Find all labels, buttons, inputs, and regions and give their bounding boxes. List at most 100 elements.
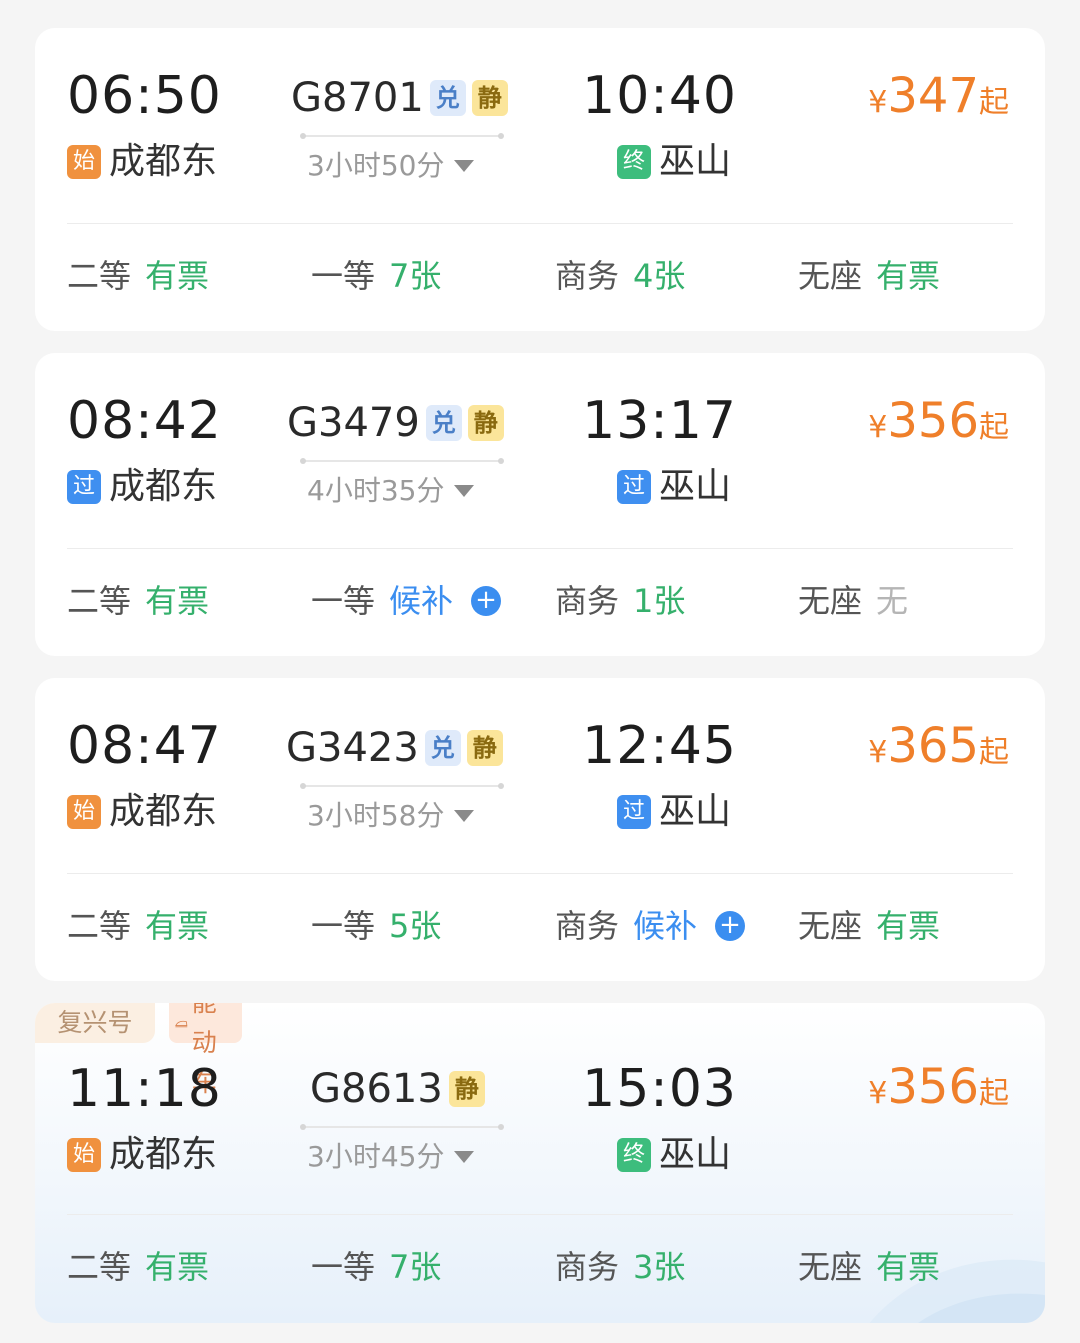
seat-first-class[interactable]: 一等 7张 [311, 1251, 441, 1283]
seat-class-label: 无座 [798, 257, 863, 295]
seat-standing[interactable]: 无座无 [798, 585, 908, 617]
duration-toggle[interactable]: 3小时50分 [307, 152, 475, 180]
seat-status: 4张 [633, 257, 686, 295]
seat-status: 7张 [389, 257, 442, 295]
seat-status: 有票 [145, 1248, 210, 1286]
seat-status: 有票 [145, 257, 210, 295]
price: ¥356起 [868, 1063, 1009, 1111]
train-card[interactable]: 06:50 始 成都东 G8701 兑 静 3小时50分 10:40 终 巫山 … [35, 28, 1045, 331]
train-card[interactable]: 08:47 始 成都东 G3423 兑 静 3小时58分 12:45 过 巫山 … [35, 678, 1045, 981]
departure-station: 始 成都东 [67, 794, 217, 830]
exchange-badge: 兑 [425, 405, 462, 441]
price-currency: ¥ [868, 735, 888, 770]
route-line [300, 1124, 504, 1130]
seat-business-class[interactable]: 商务 4张 [555, 260, 685, 292]
end-station-badge: 终 [617, 145, 651, 179]
seat-class-label: 二等 [67, 582, 132, 620]
departure-station-name: 成都东 [109, 141, 218, 182]
seat-class-label: 无座 [798, 1248, 863, 1286]
fuxing-tag: 复兴号 [35, 1003, 155, 1043]
seat-class-label: 商务 [555, 582, 620, 620]
exchange-badge: 兑 [424, 730, 461, 766]
price: ¥356起 [868, 397, 1009, 445]
departure-station-name: 成都东 [109, 466, 218, 507]
duration-text: 3小时58分 [307, 799, 445, 832]
train-number-text: G3479 [287, 400, 420, 446]
seat-second-class[interactable]: 二等 有票 [67, 1251, 209, 1283]
plus-circle-icon[interactable]: + [471, 586, 502, 616]
seat-business-class[interactable]: 商务 候补 + [555, 907, 746, 945]
smart-train-tag: 智能动车 [169, 1003, 243, 1097]
train-number-text: G8701 [291, 75, 424, 121]
train-number: G8701 兑 静 [291, 78, 508, 118]
divider [67, 1214, 1013, 1215]
price-currency: ¥ [868, 85, 888, 120]
seat-status: 5张 [389, 907, 442, 945]
arrival-station: 过 巫山 [617, 794, 731, 830]
price-amount: 356 [887, 1059, 979, 1115]
pass-station-badge: 过 [67, 470, 101, 504]
seat-second-class[interactable]: 二等 有票 [67, 585, 209, 617]
divider [67, 873, 1013, 874]
seat-class-label: 二等 [67, 257, 132, 295]
price-amount: 365 [887, 718, 979, 774]
quiet-badge: 静 [448, 1071, 485, 1107]
arrival-station-name: 巫山 [659, 1134, 732, 1175]
seat-status: 无 [876, 582, 909, 620]
start-station-badge: 始 [67, 795, 101, 829]
departure-station-name: 成都东 [109, 1134, 218, 1175]
departure-time: 06:50 [67, 66, 222, 126]
seat-first-class[interactable]: 一等 7张 [311, 260, 441, 292]
seat-standing[interactable]: 无座 有票 [798, 910, 940, 942]
start-station-badge: 始 [67, 1138, 101, 1172]
departure-time: 11:18 [67, 1059, 222, 1119]
end-station-badge: 终 [617, 1138, 651, 1172]
arrival-station: 终 巫山 [617, 144, 731, 180]
seat-status: 有票 [876, 907, 941, 945]
train-card[interactable]: 08:42 过 成都东 G3479 兑 静 4小时35分 13:17 过 巫山 … [35, 353, 1045, 656]
seat-business-class[interactable]: 商务 3张 [555, 1251, 685, 1283]
seat-standing[interactable]: 无座 有票 [798, 1251, 940, 1283]
caret-down-icon [454, 810, 475, 822]
plus-circle-icon[interactable]: + [715, 911, 746, 941]
train-card[interactable]: 复兴号 智能动车 11:18 始 成都东 G8613 静 3小时45分 15:0… [35, 1003, 1045, 1323]
arrival-station-name: 巫山 [659, 466, 732, 507]
seat-class-label: 无座 [798, 582, 863, 620]
duration-text: 4小时35分 [307, 474, 445, 507]
price: ¥365起 [868, 722, 1009, 770]
seat-standing[interactable]: 无座 有票 [798, 260, 940, 292]
seat-status: 有票 [876, 257, 941, 295]
seat-status: 1张 [633, 582, 686, 620]
seat-first-class[interactable]: 一等 候补 + [311, 582, 502, 620]
duration-toggle[interactable]: 3小时58分 [307, 799, 475, 832]
caret-down-icon [454, 485, 475, 497]
seat-first-class[interactable]: 一等 5张 [311, 910, 441, 942]
train-icon [175, 1020, 188, 1028]
duration-toggle[interactable]: 4小时35分 [307, 474, 475, 507]
train-number-text: G3423 [286, 725, 419, 771]
seat-status: 有票 [876, 1248, 941, 1286]
seat-class-label: 一等 [311, 582, 376, 620]
caret-down-icon [454, 1151, 475, 1163]
departure-station: 过 成都东 [67, 469, 217, 505]
seat-status: 有票 [145, 582, 210, 620]
price-amount: 347 [887, 68, 979, 124]
seat-class-label: 商务 [555, 1248, 620, 1286]
seat-second-class[interactable]: 二等 有票 [67, 910, 209, 942]
departure-station-name: 成都东 [109, 791, 218, 832]
seat-class-label: 商务 [555, 907, 620, 945]
duration-toggle[interactable]: 3小时45分 [307, 1143, 475, 1171]
arrival-station: 过 巫山 [617, 469, 731, 505]
seat-status: 候补 [389, 582, 454, 620]
seat-class-label: 一等 [311, 257, 376, 295]
arrival-time: 10:40 [582, 66, 737, 126]
route-line [300, 133, 504, 139]
arrival-station-name: 巫山 [659, 791, 732, 832]
seat-second-class[interactable]: 二等 有票 [67, 260, 209, 292]
caret-down-icon [454, 160, 475, 172]
start-station-badge: 始 [67, 145, 101, 179]
arrival-station: 终 巫山 [617, 1137, 731, 1173]
seat-status: 有票 [145, 907, 210, 945]
seat-business-class[interactable]: 商务 1张 [555, 585, 685, 617]
quiet-badge: 静 [471, 80, 508, 116]
